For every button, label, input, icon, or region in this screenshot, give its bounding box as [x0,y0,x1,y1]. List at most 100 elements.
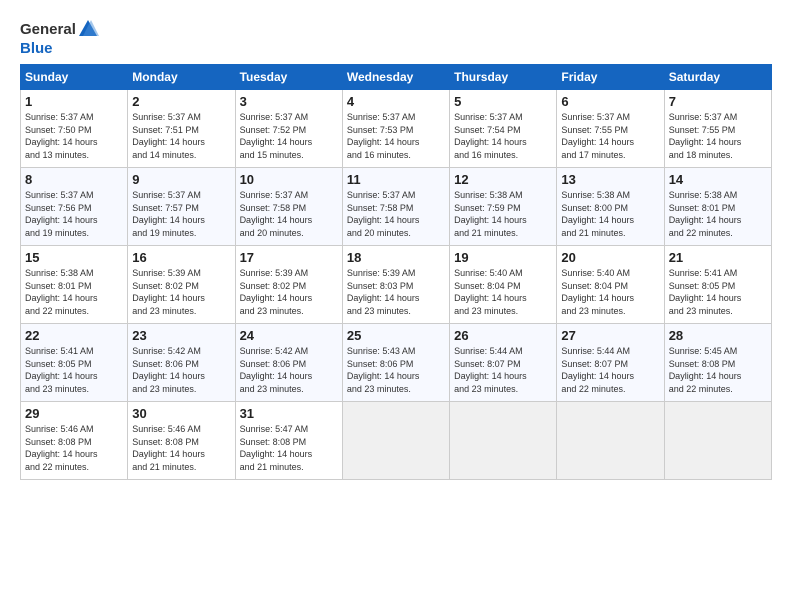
day-number: 12 [454,172,552,187]
calendar-cell: 31 Sunrise: 5:47 AMSunset: 8:08 PMDaylig… [235,402,342,480]
day-detail: Sunrise: 5:37 AMSunset: 7:50 PMDaylight:… [25,112,98,160]
day-detail: Sunrise: 5:41 AMSunset: 8:05 PMDaylight:… [669,268,742,316]
day-number: 27 [561,328,659,343]
day-number: 20 [561,250,659,265]
calendar-cell: 25 Sunrise: 5:43 AMSunset: 8:06 PMDaylig… [342,324,449,402]
day-detail: Sunrise: 5:42 AMSunset: 8:06 PMDaylight:… [240,346,313,394]
day-detail: Sunrise: 5:41 AMSunset: 8:05 PMDaylight:… [25,346,98,394]
logo-icon [77,18,99,40]
calendar-cell: 30 Sunrise: 5:46 AMSunset: 8:08 PMDaylig… [128,402,235,480]
day-detail: Sunrise: 5:37 AMSunset: 7:54 PMDaylight:… [454,112,527,160]
day-number: 14 [669,172,767,187]
calendar-cell: 21 Sunrise: 5:41 AMSunset: 8:05 PMDaylig… [664,246,771,324]
col-header-thursday: Thursday [450,65,557,90]
day-detail: Sunrise: 5:43 AMSunset: 8:06 PMDaylight:… [347,346,420,394]
calendar-cell: 16 Sunrise: 5:39 AMSunset: 8:02 PMDaylig… [128,246,235,324]
day-number: 3 [240,94,338,109]
calendar-table: SundayMondayTuesdayWednesdayThursdayFrid… [20,64,772,480]
day-number: 21 [669,250,767,265]
day-number: 17 [240,250,338,265]
calendar-cell: 5 Sunrise: 5:37 AMSunset: 7:54 PMDayligh… [450,90,557,168]
day-number: 24 [240,328,338,343]
calendar-cell: 12 Sunrise: 5:38 AMSunset: 7:59 PMDaylig… [450,168,557,246]
calendar-cell: 11 Sunrise: 5:37 AMSunset: 7:58 PMDaylig… [342,168,449,246]
day-number: 5 [454,94,552,109]
calendar-cell: 28 Sunrise: 5:45 AMSunset: 8:08 PMDaylig… [664,324,771,402]
day-detail: Sunrise: 5:44 AMSunset: 8:07 PMDaylight:… [454,346,527,394]
day-number: 9 [132,172,230,187]
calendar-cell: 22 Sunrise: 5:41 AMSunset: 8:05 PMDaylig… [21,324,128,402]
day-detail: Sunrise: 5:38 AMSunset: 7:59 PMDaylight:… [454,190,527,238]
calendar-cell: 19 Sunrise: 5:40 AMSunset: 8:04 PMDaylig… [450,246,557,324]
day-number: 29 [25,406,123,421]
day-detail: Sunrise: 5:40 AMSunset: 8:04 PMDaylight:… [454,268,527,316]
calendar-cell: 1 Sunrise: 5:37 AMSunset: 7:50 PMDayligh… [21,90,128,168]
calendar-cell: 29 Sunrise: 5:46 AMSunset: 8:08 PMDaylig… [21,402,128,480]
day-detail: Sunrise: 5:37 AMSunset: 7:58 PMDaylight:… [347,190,420,238]
calendar-cell: 15 Sunrise: 5:38 AMSunset: 8:01 PMDaylig… [21,246,128,324]
day-number: 6 [561,94,659,109]
calendar-cell: 13 Sunrise: 5:38 AMSunset: 8:00 PMDaylig… [557,168,664,246]
day-number: 11 [347,172,445,187]
calendar-cell: 10 Sunrise: 5:37 AMSunset: 7:58 PMDaylig… [235,168,342,246]
day-detail: Sunrise: 5:37 AMSunset: 7:56 PMDaylight:… [25,190,98,238]
day-detail: Sunrise: 5:37 AMSunset: 7:58 PMDaylight:… [240,190,313,238]
day-number: 28 [669,328,767,343]
col-header-monday: Monday [128,65,235,90]
logo-general: General [20,21,76,38]
calendar-cell: 14 Sunrise: 5:38 AMSunset: 8:01 PMDaylig… [664,168,771,246]
calendar-cell: 24 Sunrise: 5:42 AMSunset: 8:06 PMDaylig… [235,324,342,402]
day-number: 8 [25,172,123,187]
calendar-cell: 9 Sunrise: 5:37 AMSunset: 7:57 PMDayligh… [128,168,235,246]
day-number: 7 [669,94,767,109]
calendar-cell: 6 Sunrise: 5:37 AMSunset: 7:55 PMDayligh… [557,90,664,168]
day-detail: Sunrise: 5:37 AMSunset: 7:53 PMDaylight:… [347,112,420,160]
col-header-saturday: Saturday [664,65,771,90]
col-header-tuesday: Tuesday [235,65,342,90]
day-number: 30 [132,406,230,421]
calendar-cell: 4 Sunrise: 5:37 AMSunset: 7:53 PMDayligh… [342,90,449,168]
day-detail: Sunrise: 5:39 AMSunset: 8:02 PMDaylight:… [132,268,205,316]
calendar-cell: 26 Sunrise: 5:44 AMSunset: 8:07 PMDaylig… [450,324,557,402]
day-number: 19 [454,250,552,265]
day-number: 26 [454,328,552,343]
day-detail: Sunrise: 5:47 AMSunset: 8:08 PMDaylight:… [240,424,313,472]
day-detail: Sunrise: 5:42 AMSunset: 8:06 PMDaylight:… [132,346,205,394]
day-detail: Sunrise: 5:37 AMSunset: 7:55 PMDaylight:… [561,112,634,160]
calendar-cell: 7 Sunrise: 5:37 AMSunset: 7:55 PMDayligh… [664,90,771,168]
calendar-cell: 23 Sunrise: 5:42 AMSunset: 8:06 PMDaylig… [128,324,235,402]
day-number: 10 [240,172,338,187]
day-number: 1 [25,94,123,109]
day-detail: Sunrise: 5:38 AMSunset: 8:01 PMDaylight:… [669,190,742,238]
day-detail: Sunrise: 5:39 AMSunset: 8:02 PMDaylight:… [240,268,313,316]
day-detail: Sunrise: 5:40 AMSunset: 8:04 PMDaylight:… [561,268,634,316]
day-detail: Sunrise: 5:44 AMSunset: 8:07 PMDaylight:… [561,346,634,394]
calendar-cell: 18 Sunrise: 5:39 AMSunset: 8:03 PMDaylig… [342,246,449,324]
day-detail: Sunrise: 5:37 AMSunset: 7:51 PMDaylight:… [132,112,205,160]
day-detail: Sunrise: 5:46 AMSunset: 8:08 PMDaylight:… [25,424,98,472]
col-header-sunday: Sunday [21,65,128,90]
day-detail: Sunrise: 5:37 AMSunset: 7:55 PMDaylight:… [669,112,742,160]
day-number: 23 [132,328,230,343]
day-number: 22 [25,328,123,343]
day-number: 16 [132,250,230,265]
day-detail: Sunrise: 5:37 AMSunset: 7:57 PMDaylight:… [132,190,205,238]
calendar-cell: 20 Sunrise: 5:40 AMSunset: 8:04 PMDaylig… [557,246,664,324]
day-number: 13 [561,172,659,187]
day-number: 31 [240,406,338,421]
day-number: 2 [132,94,230,109]
calendar-cell: 2 Sunrise: 5:37 AMSunset: 7:51 PMDayligh… [128,90,235,168]
calendar-cell [450,402,557,480]
day-detail: Sunrise: 5:38 AMSunset: 8:00 PMDaylight:… [561,190,634,238]
day-detail: Sunrise: 5:46 AMSunset: 8:08 PMDaylight:… [132,424,205,472]
calendar-cell: 3 Sunrise: 5:37 AMSunset: 7:52 PMDayligh… [235,90,342,168]
logo: General Blue [20,18,100,58]
day-number: 25 [347,328,445,343]
day-number: 15 [25,250,123,265]
day-detail: Sunrise: 5:45 AMSunset: 8:08 PMDaylight:… [669,346,742,394]
day-number: 4 [347,94,445,109]
day-detail: Sunrise: 5:39 AMSunset: 8:03 PMDaylight:… [347,268,420,316]
calendar-cell: 17 Sunrise: 5:39 AMSunset: 8:02 PMDaylig… [235,246,342,324]
calendar-cell [557,402,664,480]
col-header-wednesday: Wednesday [342,65,449,90]
